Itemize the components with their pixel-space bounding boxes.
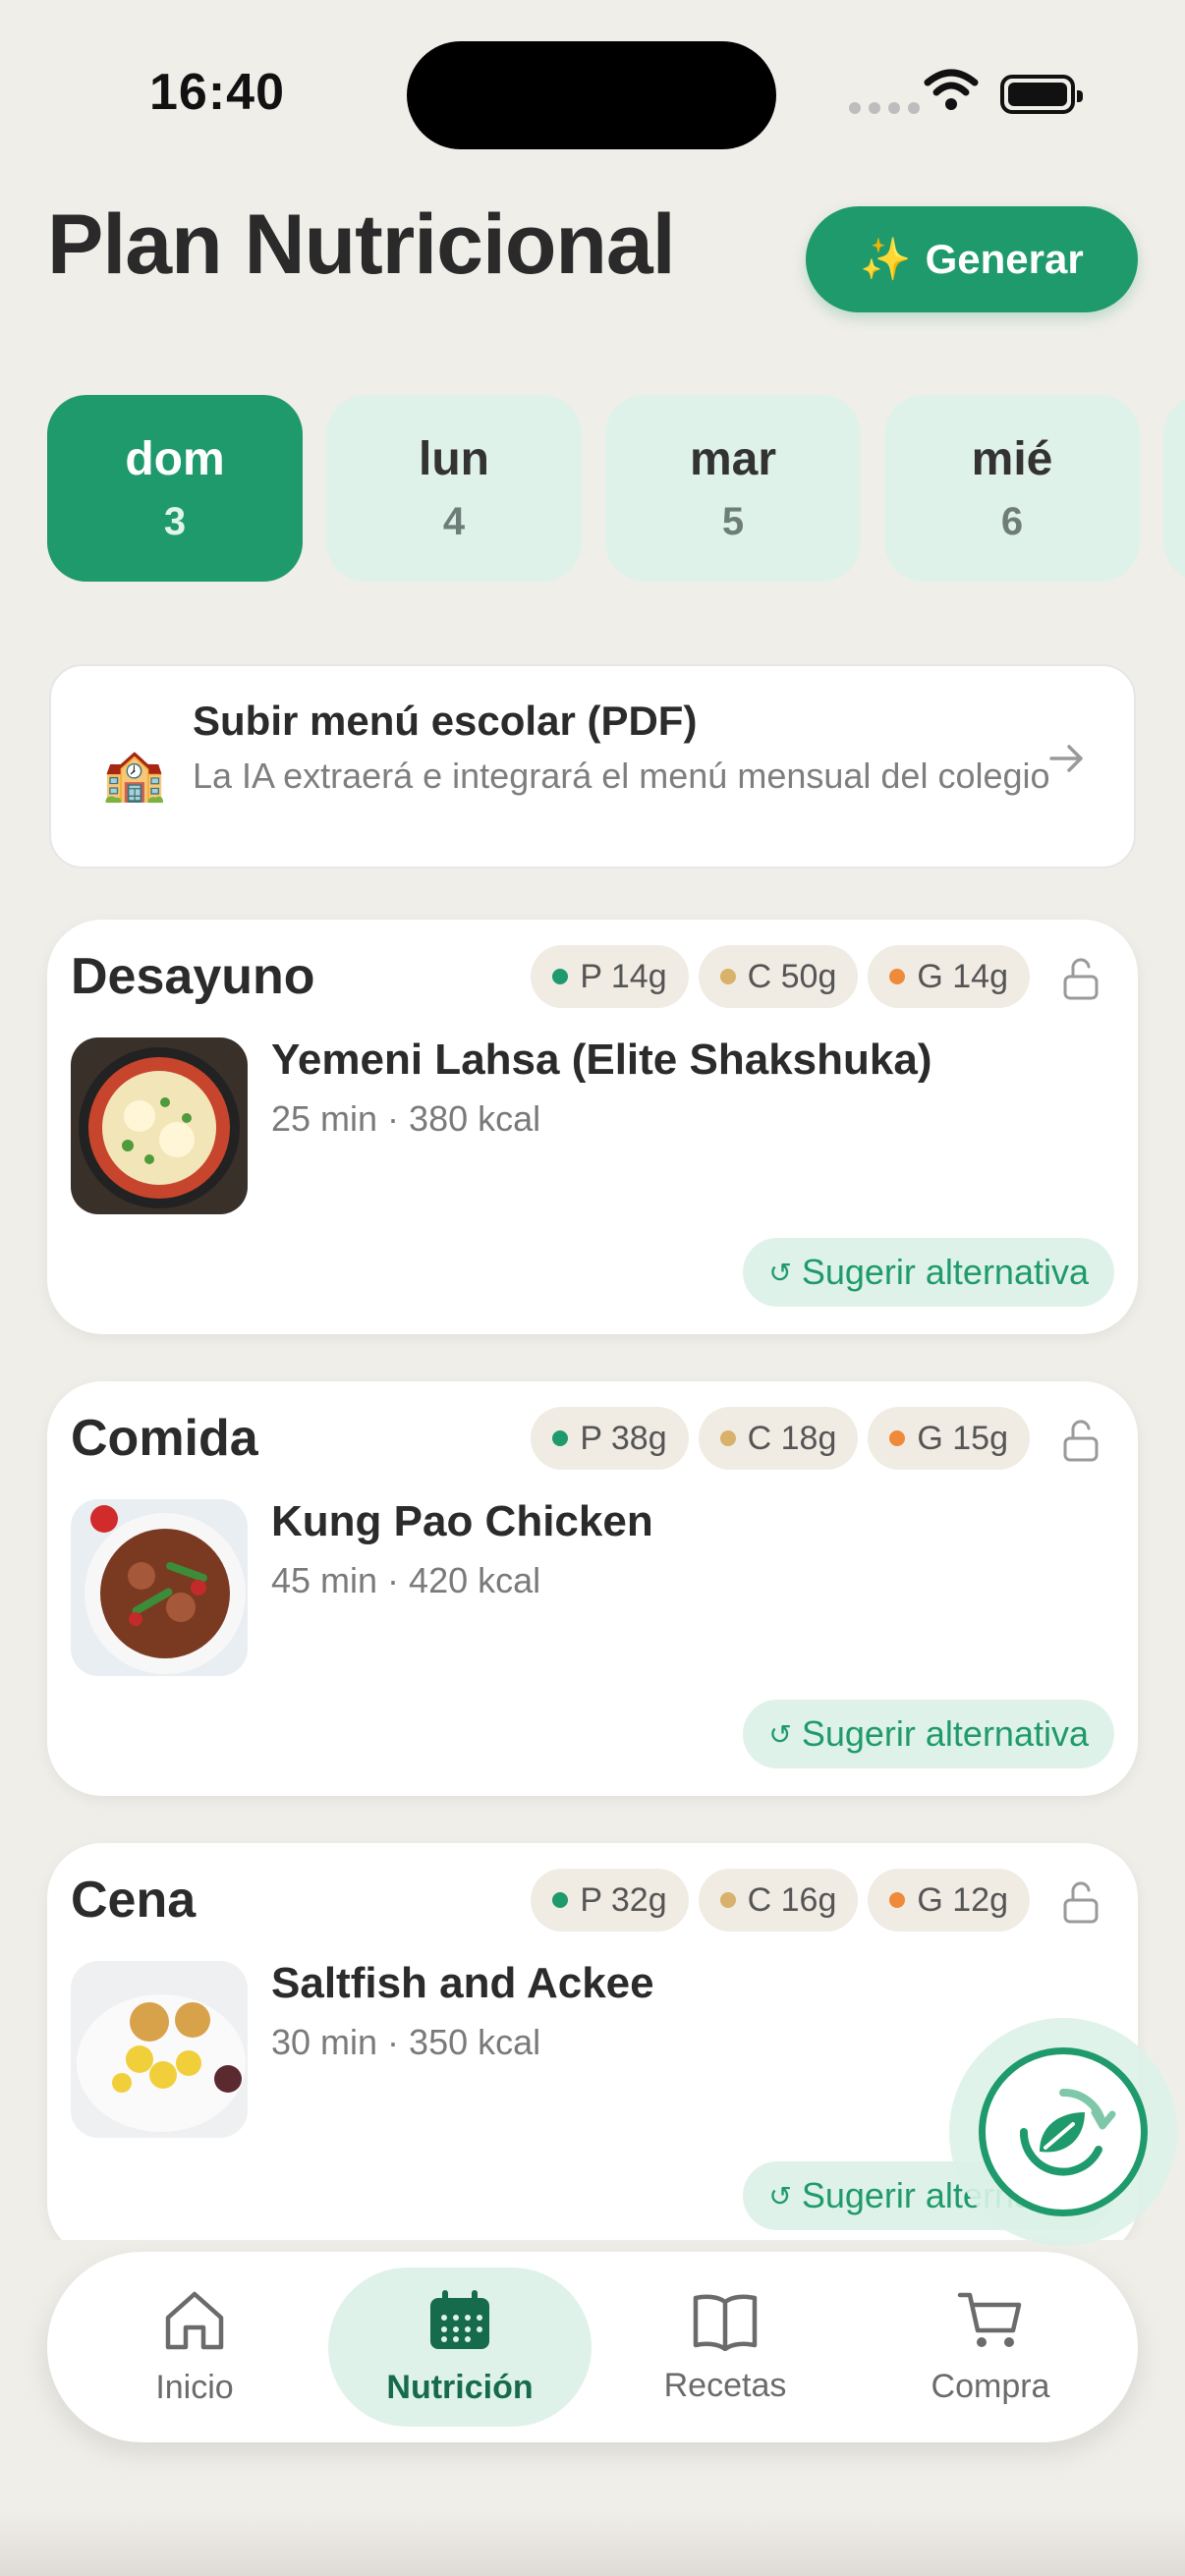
day-number: 5 — [721, 500, 745, 543]
fat-chip: G 15g — [868, 1407, 1030, 1470]
home-icon — [165, 2291, 224, 2349]
nav-item-inicio[interactable]: Inicio — [63, 2268, 326, 2427]
carbs-chip: C 16g — [698, 1869, 859, 1932]
cart-icon — [957, 2292, 1022, 2347]
nav-item-compra[interactable]: Compra — [859, 2268, 1122, 2427]
leaf-refresh-icon — [979, 2047, 1148, 2216]
protein-chip: P 32g — [531, 1869, 689, 1932]
dish-image[interactable] — [71, 1961, 248, 2138]
day-number: 4 — [442, 500, 466, 543]
meal-card-desayuno[interactable]: Desayuno P 14g C 50g G 14g Yemeni Lahsa … — [47, 920, 1138, 1334]
wifi-icon — [924, 69, 979, 110]
book-icon — [693, 2294, 758, 2351]
nav-label: Recetas — [663, 2366, 787, 2404]
status-time: 16:40 — [149, 64, 285, 121]
battery-icon — [1000, 75, 1083, 114]
upload-title: Subir menú escolar (PDF) — [193, 698, 698, 744]
nav-label: Inicio — [155, 2368, 234, 2406]
carbs-chip: C 50g — [698, 945, 859, 1008]
sparkles-icon: ✨ — [860, 235, 912, 282]
nav-label: Compra — [931, 2367, 1050, 2405]
dish-title[interactable]: Yemeni Lahsa (Elite Shakshuka) — [271, 1036, 931, 1085]
day-chip-lun[interactable]: lun 4 — [326, 395, 582, 582]
meal-name: Cena — [71, 1872, 197, 1929]
suggest-alternative-button[interactable]: ↺ Sugerir alternativa — [743, 1700, 1114, 1768]
suggest-alternative-label: Sugerir alternativa — [801, 1713, 1089, 1754]
protein-chip: P 38g — [531, 1407, 689, 1470]
dish-image[interactable] — [71, 1499, 248, 1676]
day-chip-mar[interactable]: mar 5 — [605, 395, 861, 582]
meal-name: Desayuno — [71, 948, 315, 1005]
upload-subtitle: La IA extraerá e integrará el menú mensu… — [193, 756, 1050, 796]
day-name: mar — [689, 433, 777, 485]
dish-meta: 30 min · 350 kcal — [271, 2022, 541, 2062]
dish-image[interactable] — [71, 1037, 248, 1214]
generate-button[interactable]: ✨ Generar — [806, 206, 1138, 312]
protein-chip: P 14g — [531, 945, 689, 1008]
meal-card-comida[interactable]: Comida P 38g C 18g G 15g Kung Pao Chicke… — [47, 1381, 1138, 1796]
dynamic-island — [407, 41, 776, 149]
bottom-navigation: Inicio Nutrición Recetas Compra — [47, 2252, 1138, 2442]
day-selector: dom 3 lun 4 mar 5 mié 6 — [47, 395, 1185, 582]
nav-item-nutricion[interactable]: Nutrición — [328, 2268, 592, 2427]
day-name: mié — [971, 433, 1053, 485]
generate-label: Generar — [925, 236, 1084, 282]
carbs-chip: C 18g — [698, 1407, 859, 1470]
day-number: 3 — [163, 500, 187, 543]
suggest-alternative-label: Sugerir alternativa — [801, 1252, 1089, 1292]
day-name: dom — [125, 433, 225, 485]
macro-chips: P 14g C 50g G 14g — [531, 945, 1030, 1008]
macro-chips: P 38g C 18g G 15g — [531, 1407, 1030, 1470]
day-number: 6 — [1000, 500, 1024, 543]
lock-icon[interactable] — [1061, 1419, 1100, 1464]
page-title: Plan Nutricional — [47, 197, 676, 292]
dish-title[interactable]: Saltfish and Ackee — [271, 1959, 654, 2008]
refresh-icon: ↺ — [768, 2180, 792, 2212]
nav-item-recetas[interactable]: Recetas — [593, 2268, 857, 2427]
day-chip-next[interactable] — [1163, 395, 1185, 582]
signal-icon — [849, 102, 920, 114]
meal-name: Comida — [71, 1410, 258, 1467]
upload-school-menu-card[interactable]: 🏫 Subir menú escolar (PDF) La IA extraer… — [49, 664, 1136, 868]
home-indicator-area — [0, 2515, 1185, 2576]
fat-chip: G 14g — [868, 945, 1030, 1008]
refresh-icon: ↺ — [768, 1257, 792, 1288]
eco-refresh-fab[interactable] — [949, 2018, 1177, 2246]
fat-chip: G 12g — [868, 1869, 1030, 1932]
calendar-icon — [430, 2289, 489, 2349]
lock-icon[interactable] — [1061, 1880, 1100, 1926]
school-icon: 🏫 — [102, 747, 166, 804]
dish-meta: 25 min · 380 kcal — [271, 1098, 541, 1139]
day-chip-dom[interactable]: dom 3 — [47, 395, 303, 582]
day-name: lun — [419, 433, 489, 485]
refresh-icon: ↺ — [768, 1718, 792, 1750]
suggest-alternative-button[interactable]: ↺ Sugerir alternativa — [743, 1238, 1114, 1307]
nav-label: Nutrición — [386, 2368, 534, 2406]
dish-meta: 45 min · 420 kcal — [271, 1560, 541, 1600]
macro-chips: P 32g C 16g G 12g — [531, 1869, 1030, 1932]
lock-icon[interactable] — [1061, 957, 1100, 1002]
day-chip-mie[interactable]: mié 6 — [884, 395, 1140, 582]
dish-title[interactable]: Kung Pao Chicken — [271, 1497, 653, 1546]
arrow-right-icon — [1049, 745, 1083, 772]
